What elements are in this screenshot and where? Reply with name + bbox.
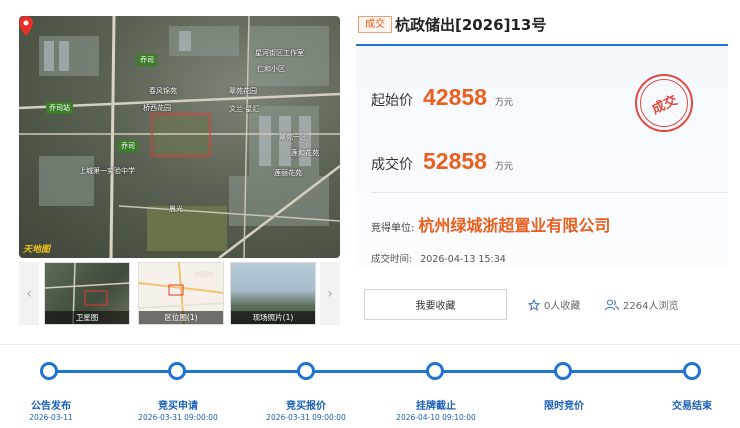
- map-label: 仁和小区: [257, 65, 285, 73]
- location-pin-icon: [19, 16, 33, 36]
- timeline-step-date: 2026-03-31 09:00:00: [266, 413, 346, 422]
- deal-time-row: 成交时间: 2026-04-13 15:34: [371, 251, 506, 265]
- timeline-node: [426, 362, 444, 380]
- chevron-left-icon[interactable]: ‹: [19, 262, 39, 325]
- map-label: 桥西花园: [143, 104, 171, 112]
- timeline-step-label: 限时竞价: [544, 401, 584, 412]
- deal-stamp-text: 成交: [649, 92, 680, 118]
- map-label: 星河街区工作室: [255, 49, 304, 57]
- timeline-node: [168, 362, 186, 380]
- start-price-label: 起始价: [371, 93, 413, 109]
- timeline-step-label: 挂牌截止: [416, 401, 456, 412]
- timeline-line: [49, 370, 691, 373]
- price-card: 起始价 42858 万元 成交价 52858 万元 成交 竞得单位: 杭州绿城浙…: [356, 44, 728, 266]
- satellite-map-image[interactable]: 乔司 乔司站 乔司 星河街区工作室 仁和小区 春风锦苑 翠苑花园 桥西花园 文兰…: [19, 16, 340, 258]
- timeline-step-label: 竞买申请: [158, 401, 198, 412]
- deal-price-label: 成交价: [371, 157, 413, 173]
- map-label: 翠苑花园: [229, 87, 257, 95]
- favorites-count[interactable]: 0人收藏: [528, 297, 580, 312]
- page-title: 杭政储出[2026]13号: [395, 16, 547, 34]
- timeline-node: [554, 362, 572, 380]
- thumbnail-location-map[interactable]: 区位图(1): [138, 262, 224, 325]
- divider: [371, 192, 728, 193]
- start-price-value: 42858: [423, 84, 487, 110]
- map-tag-qiaosi-station: 乔司站: [46, 102, 73, 114]
- map-label: 莲和花苑: [291, 149, 319, 157]
- favorites-count-text: 0人收藏: [544, 301, 581, 312]
- users-icon: [605, 299, 619, 310]
- deal-price-row: 成交价 52858 万元: [371, 148, 513, 175]
- timeline-step-date: 2026-03-31 09:00:00: [138, 413, 218, 422]
- start-price-unit: 万元: [494, 98, 513, 108]
- thumbnail-strip: ‹ 卫星图 区位图(1) 现场照片(1) ›: [19, 262, 340, 325]
- map-label: 晨光: [169, 205, 183, 213]
- timeline-node: [297, 362, 315, 380]
- timeline-node: [683, 362, 701, 380]
- deal-price-unit: 万元: [494, 162, 513, 172]
- timeline-step-date: 2026-03-11: [29, 413, 73, 422]
- thumbnail-caption: 区位图(1): [139, 311, 223, 324]
- deal-time-label: 成交时间:: [371, 254, 413, 265]
- map-watermark: 天地图: [23, 245, 51, 255]
- favorite-button[interactable]: 我要收藏: [364, 289, 507, 320]
- views-count: 2264人浏览: [605, 297, 678, 312]
- timeline-step-label: 交易结束: [672, 401, 712, 412]
- status-badge: 成交: [358, 16, 392, 33]
- thumbnail-caption: 现场照片(1): [231, 311, 315, 324]
- winner-value: 杭州绿城浙超置业有限公司: [418, 216, 611, 235]
- thumbnail-site-photo[interactable]: 现场照片(1): [230, 262, 316, 325]
- timeline-node: [40, 362, 58, 380]
- timeline: [0, 344, 740, 428]
- map-label: 文兰·星汇: [229, 105, 260, 113]
- thumbnail-caption: 卫星图: [45, 311, 129, 324]
- map-tag-qiaosi-2: 乔司: [118, 140, 138, 152]
- star-icon: [528, 298, 540, 311]
- start-price-row: 起始价 42858 万元: [371, 84, 513, 111]
- winner-label: 竞得单位:: [371, 223, 415, 234]
- thumbnail-satellite[interactable]: 卫星图: [44, 262, 130, 325]
- timeline-step-label: 公告发布: [31, 401, 71, 412]
- winner-row: 竞得单位: 杭州绿城浙超置业有限公司: [371, 212, 610, 236]
- deal-price-value: 52858: [423, 148, 487, 174]
- timeline-step-label: 竞买报价: [286, 401, 326, 412]
- map-label: 春风锦苑: [149, 87, 177, 95]
- map-label: 上城第一实验中学: [79, 167, 135, 175]
- views-count-text: 2264人浏览: [623, 301, 679, 312]
- map-label: 莲丽花苑: [274, 169, 302, 177]
- deal-stamp: 成交: [635, 74, 693, 132]
- map-tag-qiaosi: 乔司: [137, 54, 157, 66]
- map-label: 翠苑一区: [279, 133, 307, 141]
- chevron-right-icon[interactable]: ›: [320, 262, 340, 325]
- timeline-step-date: 2026-04-10 09:10:00: [396, 413, 476, 422]
- deal-time-value: 2026-04-13 15:34: [420, 254, 506, 265]
